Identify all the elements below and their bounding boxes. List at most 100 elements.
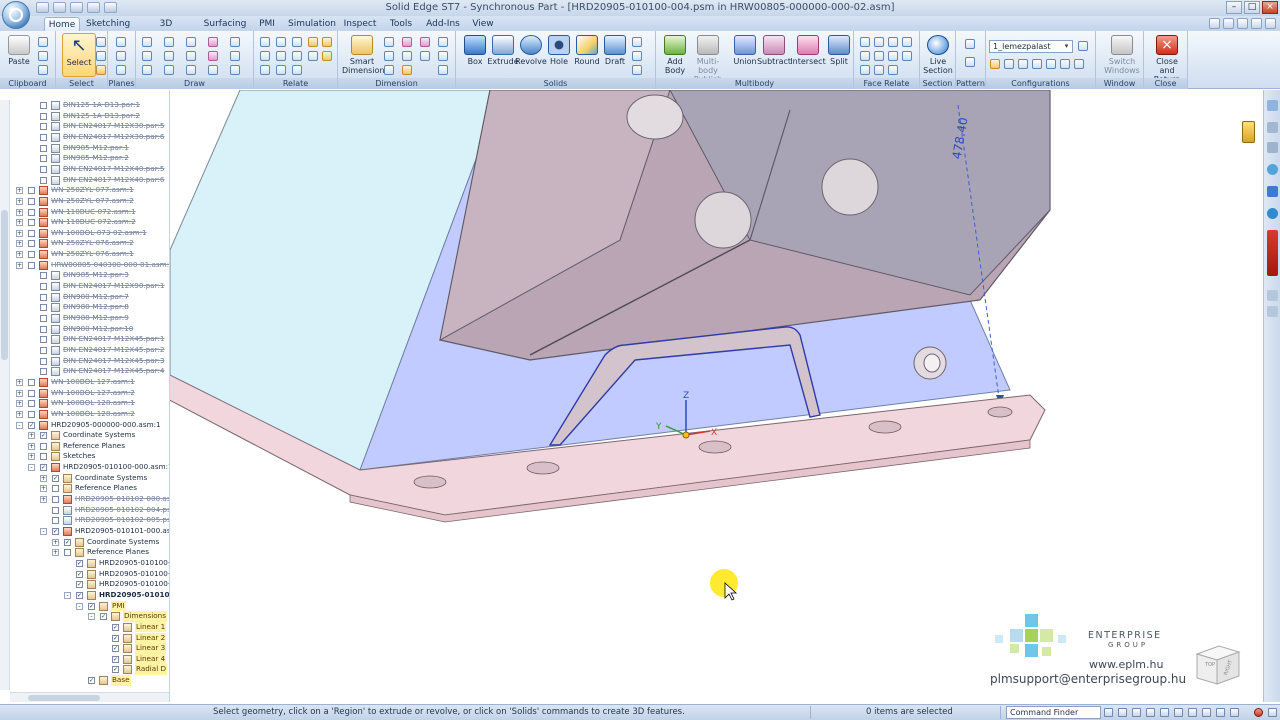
tree-checkbox[interactable] [28,229,35,237]
select-button[interactable]: ↖ Select [62,33,96,77]
tree-checkbox[interactable] [40,165,47,173]
tree-expander-icon[interactable]: + [28,453,35,461]
tree-expander-icon[interactable]: + [16,240,23,248]
tree-item[interactable]: DIN980-M12.par:9 [0,313,169,324]
configuration-select[interactable]: 1_lemezpalast ▾ [989,40,1073,53]
tree-item[interactable]: ✓ HRD20905-010100-002. [0,569,169,580]
tree-checkbox[interactable] [40,453,47,461]
select-box-icon[interactable] [96,51,106,61]
zoom-icon[interactable] [1132,708,1141,717]
coordinate-dimension-icon[interactable] [420,37,430,47]
tree-checkbox[interactable]: ✓ [100,613,107,621]
mirror-icon[interactable] [230,51,240,61]
tree-item[interactable]: + HRD20905-010102-000.asm [0,494,169,505]
tree-item[interactable]: ✓ Linear 2 [0,632,169,644]
tab-pmi[interactable]: PMI [254,17,280,31]
symmetric-diameter-icon[interactable] [384,51,394,61]
lock-relation-icon[interactable] [308,37,318,47]
curve-icon[interactable] [186,37,196,47]
tab-tools[interactable]: Tools [388,17,414,31]
lock-plane-icon[interactable] [116,65,126,75]
tree-checkbox[interactable] [40,346,47,354]
solids-more-icon[interactable] [632,65,642,75]
circle-icon[interactable] [142,65,152,75]
tree-item[interactable]: + ✓ Coordinate Systems [0,537,169,548]
tree-horizontal-scrollbar[interactable] [10,692,169,702]
tree-expander-icon[interactable]: + [16,389,23,397]
tree-checkbox[interactable] [40,112,47,120]
tree-item[interactable]: + WN-100BOL-127.asm:2 [0,388,169,399]
tree-item[interactable]: + ✓ Coordinate Systems [0,473,169,484]
tree-expander-icon[interactable]: - [76,602,83,610]
tab-3d-sketching[interactable]: 3D Sketching [138,17,194,43]
tree-checkbox[interactable]: ✓ [76,570,83,578]
view-orientation-icon[interactable] [1188,708,1197,717]
tree-expander-icon[interactable]: + [16,197,23,205]
tree-item[interactable]: + WN-250ZYL-076.asm:1 [0,249,169,260]
tree-checkbox[interactable]: ✓ [112,634,119,642]
rotate-view-icon[interactable] [1174,708,1183,717]
tree-item[interactable]: DIN-EN24017-M12X40.par:5 [0,164,169,175]
family-icon[interactable] [1267,142,1278,153]
tree-item[interactable]: - ✓ PMI [0,600,169,612]
close-and-return-button[interactable]: × Close and Return [1148,33,1186,84]
midpoint-icon[interactable] [292,65,302,75]
show-all-icon[interactable] [1004,59,1014,69]
tree-item[interactable]: DIN-EN24017-M12X30.par:5 [0,121,169,132]
equal-icon[interactable] [308,51,318,61]
tree-expander-icon[interactable]: + [52,538,59,546]
scale-icon[interactable] [230,65,240,75]
tree-item[interactable]: + WN-100BOL-128.asm:2 [0,409,169,420]
close-window-button[interactable]: × [1262,1,1278,14]
tree-item[interactable]: DIN-EN24017-M12X30.par:6 [0,132,169,143]
tree-expander-icon[interactable]: + [16,229,23,237]
tree-checkbox[interactable] [52,485,59,493]
tab-home[interactable]: Home [44,17,80,31]
parallel-face-icon[interactable] [888,37,898,47]
tree-expander-icon[interactable]: + [16,410,23,418]
tree-item[interactable]: - ✓ Dimensions [0,611,169,622]
tree-expander-icon[interactable]: + [16,251,23,259]
tree-checkbox[interactable] [28,208,35,216]
perpendicular-face-icon[interactable] [902,37,912,47]
application-button[interactable] [2,1,30,29]
tree-item[interactable]: + Reference Planes [0,441,169,452]
sensors-icon[interactable] [1267,290,1278,301]
tree-checkbox[interactable] [52,506,59,514]
symmetric-icon[interactable] [276,65,286,75]
tree-checkbox[interactable]: ✓ [76,581,83,589]
tree-item[interactable]: DIN980-M12.par:7 [0,292,169,303]
tree-item[interactable]: ✓ HRD20905-010100-001. [0,558,169,569]
tree-item[interactable]: DIN985-M12.par:3 [0,270,169,281]
symmetric-face-icon[interactable] [874,51,884,61]
tree-checkbox[interactable] [40,304,47,312]
hide-all-icon[interactable] [1018,59,1028,69]
tree-expander-icon[interactable]: + [16,208,23,216]
toggle-display-icon[interactable] [1046,59,1056,69]
concentric-icon[interactable] [292,37,302,47]
arc-icon[interactable] [164,37,174,47]
help-icon[interactable] [1209,18,1220,29]
perpendicular-icon[interactable] [260,51,270,61]
library-icon[interactable] [1267,122,1278,133]
tree-item[interactable]: DIN-EN24017-M12X45.par:3 [0,356,169,367]
zoom-area-icon[interactable] [1118,708,1127,717]
collinear-icon[interactable] [260,65,270,75]
tree-checkbox[interactable]: ✓ [52,528,59,535]
tab-sketching[interactable]: Sketching [86,17,130,31]
configuration-options-icon[interactable] [1078,41,1088,51]
tree-item[interactable]: + WN-250ZYL-077.asm:1 [0,185,169,196]
tree-checkbox[interactable] [40,283,47,291]
tree-checkbox[interactable] [40,133,47,141]
tree-checkbox[interactable]: ✓ [40,432,47,440]
rectangle-icon[interactable] [142,51,152,61]
view-styles-icon[interactable] [1230,708,1239,717]
ground-icon[interactable] [874,65,884,75]
tree-item[interactable]: DIN-EN24017-M12X90.par:1 [0,281,169,292]
tree-item[interactable]: + WN-100BOL-127.asm:1 [0,377,169,388]
tree-checkbox[interactable] [40,357,47,365]
tree-checkbox[interactable] [28,197,35,205]
tree-item[interactable]: + HRW00805-040300-000-01.asm:1 [0,260,169,271]
tree-expander-icon[interactable]: - [64,591,71,599]
show-only-icon[interactable] [1032,59,1042,69]
